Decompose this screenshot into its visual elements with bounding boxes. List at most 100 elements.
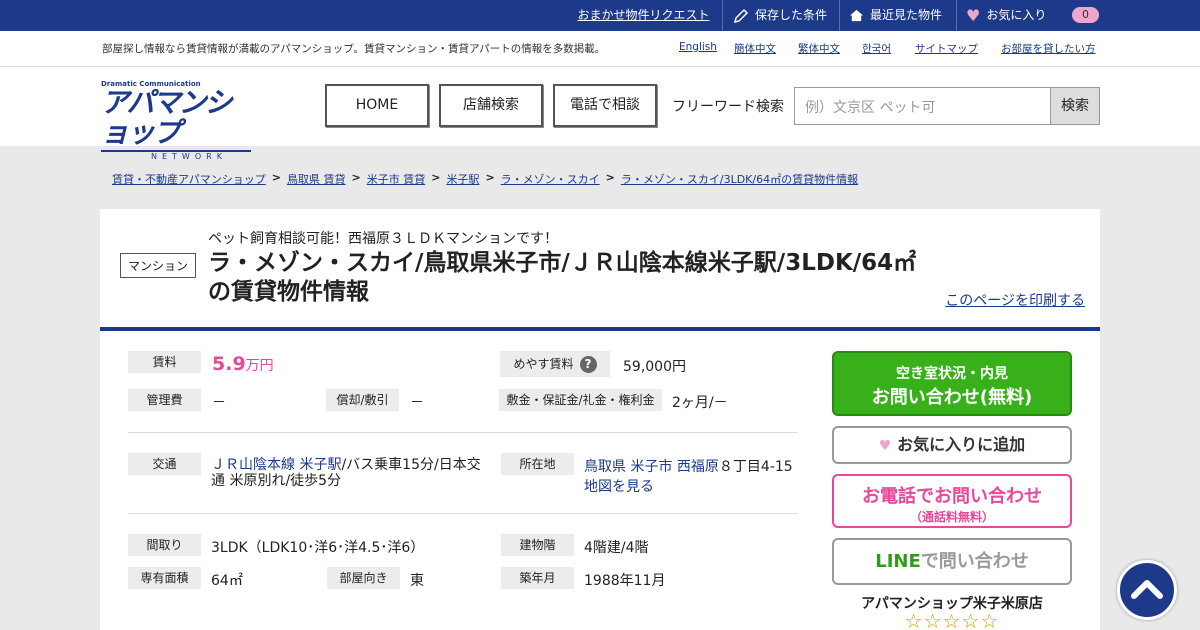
breadcrumb-separator: >	[271, 171, 281, 184]
help-icon[interactable]: ?	[579, 356, 597, 373]
page-title: ラ・メゾン・スカイ/鳥取県米子市/ＪＲ山陰本線米子駅/3LDK/64㎡の賃貸物件…	[208, 250, 917, 305]
sitemap-link[interactable]: サイトマップ	[915, 41, 978, 56]
area-value: 64㎡	[211, 573, 243, 589]
property-catchphrase: ペット飼育相談可能！西福原３ＬＤＫマンションです！	[208, 231, 558, 247]
search-button[interactable]: 検索	[1050, 87, 1100, 125]
address-detail: ８丁目4-15	[718, 459, 793, 475]
saved-conditions-label: 保存した条件	[755, 8, 828, 22]
recent-viewed-label: 最近見た物件	[870, 8, 943, 22]
site-header: Dramatic Communication アパマンショップ NETWORK …	[0, 67, 1200, 161]
star-icon: ☆	[904, 609, 924, 630]
rent-value: 5.9万円	[212, 353, 274, 375]
search-input[interactable]: 例）文京区 ペット可	[794, 87, 1051, 125]
breadcrumb-separator: >	[485, 171, 495, 184]
star-icon: ☆	[942, 609, 962, 630]
rent-unit: 万円	[245, 358, 274, 374]
line-brand: LINE	[875, 551, 921, 572]
heart-icon: ♥	[966, 6, 981, 25]
print-page-link[interactable]: このページを印刷する	[945, 290, 1085, 310]
breadcrumb-separator: >	[605, 171, 615, 184]
rating-stars: ☆☆☆☆☆	[832, 609, 1072, 630]
add-favorite-button[interactable]: ♥ お気に入りに追加	[832, 426, 1072, 464]
breadcrumb-item[interactable]: 賃貸・不動産アパマンショップ	[112, 171, 266, 187]
shikikin-label: 敷金・保証金/礼金・権利金	[499, 389, 662, 411]
meyasu-label: めやす賃料?	[500, 351, 610, 377]
favorites-link[interactable]: ♥ お気に入り	[966, 0, 1046, 31]
nav-phone-consult-button[interactable]: 電話で相談	[553, 84, 657, 127]
direction-label: 部屋向き	[327, 567, 400, 589]
home-icon	[849, 9, 864, 22]
rent-amount: 5.9	[212, 353, 246, 375]
view-map-link[interactable]: 地図を見る	[584, 479, 654, 495]
breadcrumb: 賃貸・不動産アパマンショップ > 鳥取県 賃貸 > 米子市 賃貸 > 米子駅 > ラ・メ…	[112, 171, 858, 187]
breadcrumb-item[interactable]: 米子市 賃貸	[367, 171, 426, 187]
inquiry-button[interactable]: 空き室状況・内見 お問い合わせ(無料)	[832, 351, 1072, 416]
property-request-link[interactable]: おまかせ物件リクエスト	[565, 0, 723, 31]
recent-viewed-link[interactable]: 最近見た物件	[849, 0, 942, 31]
star-icon: ☆	[980, 609, 1000, 630]
lang-simplified-chinese-link[interactable]: 簡体中文	[734, 41, 776, 56]
lang-korean-link[interactable]: 한국어	[862, 41, 891, 56]
floor-label: 建物階	[501, 534, 574, 556]
phone-inquiry-line1: お電話でお問い合わせ	[862, 486, 1042, 507]
madori-label: 間取り	[128, 534, 201, 556]
built-value: 1988年11月	[584, 573, 666, 589]
shikikin-value: 2ヶ月/－	[672, 395, 728, 411]
phone-inquiry-button[interactable]: お電話でお問い合わせ （通話料無料）	[832, 474, 1072, 528]
breadcrumb-current[interactable]: ラ・メゾン・スカイ/3LDK/64㎡の賃貸物件情報	[621, 171, 858, 187]
town-link[interactable]: 西福原	[677, 459, 719, 475]
divider	[839, 0, 840, 31]
divider	[128, 513, 798, 514]
logo-network: NETWORK	[101, 150, 251, 161]
logo-wordmark: アパマンショップ	[101, 86, 232, 149]
sub-bar: 部屋探し情報なら賃貸情報が満載のアパマンショップ。賃貸マンション・賃貸アパートの…	[0, 31, 1200, 67]
top-bar: おまかせ物件リクエスト 保存した条件 最近見た物件 ♥ お気に入り 0	[0, 0, 1200, 31]
add-favorite-label: お気に入りに追加	[897, 435, 1026, 454]
nav-store-search-button[interactable]: 店舗検索	[439, 84, 543, 127]
kotsu-value: ＪＲ山陰本線 米子駅/バス乗車15分/日本交通 米原別れ/徒歩5分	[211, 457, 481, 489]
nav-home-button[interactable]: HOME	[325, 84, 429, 127]
star-icon: ☆	[923, 609, 943, 630]
line-link[interactable]: ＪＲ山陰本線	[211, 457, 295, 473]
chevron-up-icon	[1131, 580, 1163, 599]
line-inquiry-button[interactable]: LINEで問い合わせ	[832, 538, 1072, 585]
kotsu-label: 交通	[128, 453, 201, 475]
favorites-label: お気に入り	[986, 8, 1047, 22]
address-label: 所在地	[501, 453, 574, 475]
property-details: 賃料 5.9万円 めやす賃料? 59,000円 管理費 － 償却/敷引 － 敷金…	[100, 331, 1100, 630]
divider	[956, 0, 957, 31]
breadcrumb-separator: >	[431, 171, 441, 184]
inquiry-line1: 空き室状況・内見	[896, 366, 1008, 382]
kanri-value: －	[212, 395, 226, 411]
breadcrumb-item[interactable]: 鳥取県 賃貸	[287, 171, 346, 187]
property-type-tag: マンション	[120, 253, 197, 278]
area-label: 専有面積	[128, 567, 201, 589]
heart-icon: ♥	[878, 438, 892, 454]
lang-english-link[interactable]: English	[679, 41, 717, 53]
inquiry-line2: お問い合わせ(無料)	[871, 387, 1033, 408]
rent-label: 賃料	[128, 351, 201, 373]
property-title-box: マンション ペット飼育相談可能！西福原３ＬＤＫマンションです！ ラ・メゾン・スカ…	[100, 209, 1100, 331]
saved-conditions-link[interactable]: 保存した条件	[733, 0, 827, 31]
apamanshop-logo[interactable]: Dramatic Communication アパマンショップ NETWORK	[101, 80, 251, 161]
address-value: 鳥取県 米子市 西福原８丁目4-15 地図を見る	[584, 457, 804, 497]
line-inquiry-label: で問い合わせ	[920, 551, 1029, 572]
favorites-count-badge: 0	[1072, 7, 1099, 23]
meyasu-label-text: めやす賃料	[513, 357, 574, 371]
divider	[128, 432, 798, 433]
landlord-link[interactable]: お部屋を貸したい方	[1001, 41, 1096, 56]
breadcrumb-item[interactable]: ラ・メゾン・スカイ	[501, 171, 600, 187]
site-tagline: 部屋探し情報なら賃貸情報が満載のアパマンショップ。賃貸マンション・賃貸アパートの…	[102, 43, 606, 55]
lang-traditional-chinese-link[interactable]: 繁体中文	[798, 41, 840, 56]
city-link[interactable]: 米子市	[630, 459, 672, 475]
breadcrumb-item[interactable]: 米子駅	[446, 171, 479, 187]
pref-link[interactable]: 鳥取県	[584, 459, 626, 475]
shokyaku-label: 償却/敷引	[326, 389, 399, 411]
meyasu-value: 59,000円	[623, 359, 686, 375]
direction-value: 東	[410, 573, 424, 589]
freeword-label: フリーワード検索	[672, 99, 784, 115]
station-link[interactable]: 米子駅	[299, 457, 341, 473]
star-icon: ☆	[961, 609, 981, 630]
back-to-top-button[interactable]	[1117, 560, 1177, 620]
kanri-label: 管理費	[128, 389, 201, 411]
